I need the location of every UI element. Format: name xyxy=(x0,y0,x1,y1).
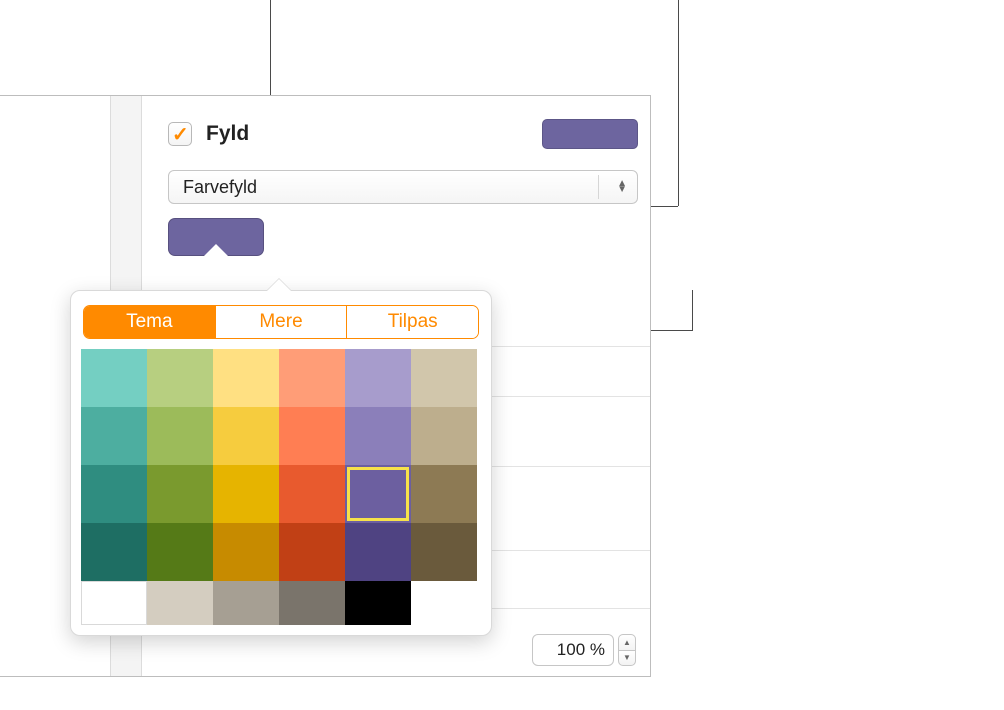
fill-type-value: Farvefyld xyxy=(183,177,257,198)
callout-line xyxy=(648,206,678,207)
swatch[interactable] xyxy=(213,349,279,407)
swatch-row xyxy=(81,407,481,465)
color-well[interactable] xyxy=(168,218,264,256)
segment-tilpas[interactable]: Tilpas xyxy=(346,306,478,338)
swatch[interactable] xyxy=(81,465,147,523)
swatch[interactable] xyxy=(279,407,345,465)
swatch[interactable] xyxy=(411,349,477,407)
checkmark-icon: ✓ xyxy=(172,122,189,147)
swatch[interactable] xyxy=(147,581,213,625)
opacity-stepper[interactable]: ▲ ▼ xyxy=(618,634,636,666)
swatch-row xyxy=(81,581,481,625)
swatch[interactable] xyxy=(345,349,411,407)
swatch[interactable] xyxy=(147,465,213,523)
swatch[interactable] xyxy=(147,523,213,581)
popover-segments: Tema Mere Tilpas xyxy=(83,305,479,339)
fill-label: Fyld xyxy=(206,122,542,146)
segment-mere[interactable]: Mere xyxy=(215,306,347,338)
swatch[interactable] xyxy=(147,407,213,465)
swatch[interactable] xyxy=(81,349,147,407)
callout-line xyxy=(692,290,693,330)
chevron-up-icon[interactable]: ▲ xyxy=(618,634,636,650)
swatch[interactable] xyxy=(213,407,279,465)
opacity-value[interactable]: 100 % xyxy=(532,634,614,666)
swatch-grid xyxy=(81,349,481,625)
swatch[interactable] xyxy=(411,523,477,581)
swatch-row xyxy=(81,349,481,407)
segment-tema[interactable]: Tema xyxy=(84,306,215,338)
swatch-row xyxy=(81,465,481,523)
updown-icon: ▲▼ xyxy=(617,181,627,193)
swatch[interactable] xyxy=(279,581,345,625)
swatch[interactable] xyxy=(345,523,411,581)
swatch[interactable] xyxy=(279,465,345,523)
swatch[interactable] xyxy=(213,465,279,523)
fill-swatch[interactable] xyxy=(542,119,638,149)
divider xyxy=(598,175,599,199)
swatch[interactable] xyxy=(279,523,345,581)
fill-checkbox[interactable]: ✓ xyxy=(168,122,192,146)
swatch[interactable] xyxy=(147,349,213,407)
swatch[interactable] xyxy=(345,465,411,523)
swatch[interactable] xyxy=(411,465,477,523)
fill-type-select[interactable]: Farvefyld ▲▼ xyxy=(168,170,638,204)
swatch[interactable] xyxy=(345,581,411,625)
swatch[interactable] xyxy=(411,407,477,465)
swatch[interactable] xyxy=(81,581,147,625)
swatch[interactable] xyxy=(345,407,411,465)
opacity-control: 100 % ▲ ▼ xyxy=(532,634,636,666)
swatch[interactable] xyxy=(213,523,279,581)
swatch-row xyxy=(81,523,481,581)
swatch[interactable] xyxy=(213,581,279,625)
fill-row: ✓ Fyld xyxy=(168,118,638,150)
swatch[interactable] xyxy=(81,407,147,465)
swatch[interactable] xyxy=(81,523,147,581)
chevron-down-icon[interactable]: ▼ xyxy=(618,650,636,667)
swatch[interactable] xyxy=(279,349,345,407)
color-popover: Tema Mere Tilpas xyxy=(70,290,492,636)
callout-line xyxy=(678,0,679,206)
